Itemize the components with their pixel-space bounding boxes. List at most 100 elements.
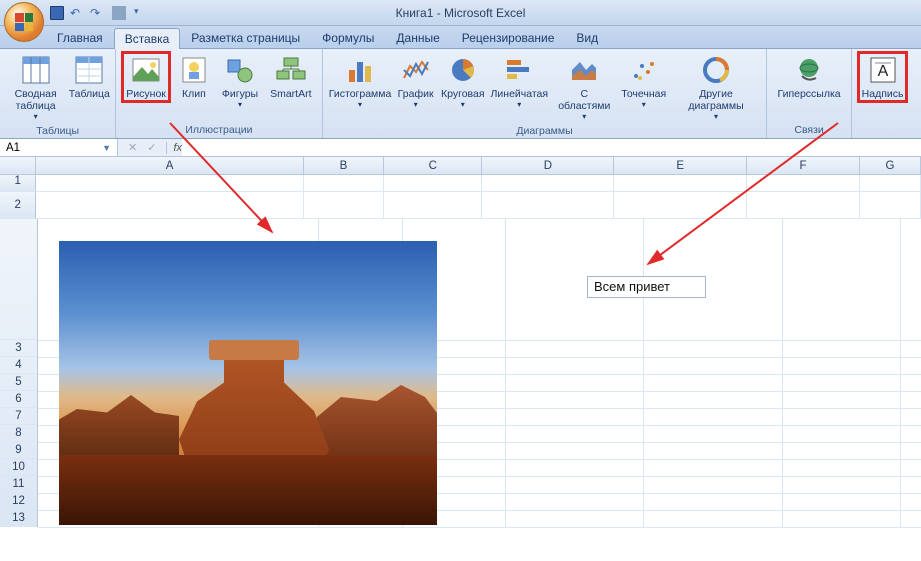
- cell[interactable]: [384, 192, 482, 219]
- save-icon[interactable]: [50, 6, 64, 20]
- qat-divider: [112, 6, 126, 20]
- rowhead-9[interactable]: 9: [0, 442, 37, 459]
- office-logo-icon: [15, 13, 33, 31]
- tab-page-layout[interactable]: Разметка страницы: [180, 27, 311, 48]
- line-chart-icon: [400, 54, 432, 86]
- rowhead-2[interactable]: 2: [0, 192, 36, 219]
- col-G[interactable]: G: [860, 157, 921, 174]
- col-D[interactable]: D: [482, 157, 614, 174]
- col-F[interactable]: F: [747, 157, 860, 174]
- cell[interactable]: [614, 175, 747, 192]
- overflow-button[interactable]: Кол: [910, 51, 921, 103]
- cell[interactable]: [860, 192, 921, 219]
- svg-text:A: A: [877, 63, 888, 80]
- select-all-corner[interactable]: [0, 157, 36, 174]
- cell[interactable]: [614, 192, 747, 219]
- clip-icon: [178, 54, 210, 86]
- name-box[interactable]: A1 ▼: [0, 139, 118, 156]
- group-text: AНадпись Кол: [852, 49, 921, 138]
- group-illustrations: Рисунок Клип Фигуры SmartArt Иллюстрации: [116, 49, 322, 138]
- tab-review[interactable]: Рецензирование: [451, 27, 566, 48]
- rowhead-3[interactable]: 3: [0, 340, 37, 357]
- hyperlink-icon: [793, 54, 825, 86]
- office-button[interactable]: [4, 2, 44, 42]
- scatter-chart-button[interactable]: Точечная: [619, 51, 669, 112]
- textbox-button[interactable]: AНадпись: [857, 51, 909, 103]
- cell[interactable]: [384, 175, 482, 192]
- redo-icon[interactable]: ↷: [90, 6, 104, 20]
- formula-input[interactable]: [182, 139, 921, 156]
- qat-dropdown-icon[interactable]: ▾: [134, 6, 148, 20]
- group-tables: Сводная таблица Таблица Таблицы: [0, 49, 116, 138]
- tab-formulas[interactable]: Формулы: [311, 27, 385, 48]
- rowhead-8[interactable]: 8: [0, 425, 37, 442]
- titlebar: ↶ ↷ ▾ Книга1 - Microsoft Excel: [0, 0, 921, 26]
- undo-icon[interactable]: ↶: [70, 6, 84, 20]
- cell[interactable]: [36, 192, 303, 219]
- group-label-illustrations: Иллюстрации: [121, 123, 316, 138]
- col-B[interactable]: B: [304, 157, 384, 174]
- tab-insert[interactable]: Вставка: [114, 28, 181, 49]
- cell-A1[interactable]: [36, 175, 303, 192]
- cancel-icon: ✕: [128, 141, 137, 154]
- cell[interactable]: [482, 192, 614, 219]
- row-1: 1: [0, 175, 921, 192]
- tab-data[interactable]: Данные: [385, 27, 450, 48]
- area-chart-icon: [568, 54, 600, 86]
- group-charts: Гистограмма График Круговая Линейчатая С…: [323, 49, 768, 138]
- line-chart-button[interactable]: График: [395, 51, 437, 112]
- group-label-text: [857, 123, 921, 138]
- clip-button[interactable]: Клип: [173, 51, 215, 103]
- table-icon: [73, 54, 105, 86]
- smartart-icon: [275, 54, 307, 86]
- picture-icon: [130, 54, 162, 86]
- rowhead-13[interactable]: 13: [0, 510, 37, 527]
- rowhead-1[interactable]: 1: [0, 175, 36, 192]
- picture-button[interactable]: Рисунок: [121, 51, 171, 103]
- quick-access-toolbar: ↶ ↷ ▾: [50, 6, 148, 20]
- column-headers: A B C D E F G: [0, 157, 921, 175]
- fx-label[interactable]: fx: [166, 142, 182, 154]
- wordart-icon: [915, 54, 921, 86]
- column-chart-icon: [344, 54, 376, 86]
- tab-view[interactable]: Вид: [565, 27, 609, 48]
- enter-icon: ✓: [147, 141, 156, 154]
- table-button[interactable]: Таблица: [68, 51, 110, 103]
- col-C[interactable]: C: [384, 157, 482, 174]
- col-A[interactable]: A: [36, 157, 303, 174]
- group-label-links: Связи: [772, 123, 845, 138]
- ribbon: Сводная таблица Таблица Таблицы Рисунок …: [0, 49, 921, 139]
- inserted-picture[interactable]: [59, 241, 437, 525]
- formula-bar: A1 ▼ ✕ ✓ fx: [0, 139, 921, 157]
- rowhead-5[interactable]: 5: [0, 374, 37, 391]
- rowhead-12[interactable]: 12: [0, 493, 37, 510]
- cell[interactable]: [304, 192, 384, 219]
- rowhead-10[interactable]: 10: [0, 459, 37, 476]
- cell[interactable]: [482, 175, 614, 192]
- column-chart-button[interactable]: Гистограмма: [328, 51, 393, 112]
- cell[interactable]: [747, 192, 860, 219]
- shapes-button[interactable]: Фигуры: [217, 51, 263, 112]
- cell[interactable]: [860, 175, 921, 192]
- formula-buttons: ✕ ✓: [118, 141, 166, 154]
- rowhead-11[interactable]: 11: [0, 476, 37, 493]
- tab-home[interactable]: Главная: [46, 27, 114, 48]
- cell[interactable]: [304, 175, 384, 192]
- inserted-textbox[interactable]: Всем привет: [587, 276, 706, 298]
- name-box-value: A1: [6, 142, 20, 154]
- pivot-table-button[interactable]: Сводная таблица: [5, 51, 66, 124]
- rowhead-7[interactable]: 7: [0, 408, 37, 425]
- group-links: Гиперссылка Связи: [767, 49, 851, 138]
- rowhead-4[interactable]: 4: [0, 357, 37, 374]
- area-chart-button[interactable]: С областями: [552, 51, 617, 124]
- cell[interactable]: [747, 175, 860, 192]
- col-E[interactable]: E: [614, 157, 747, 174]
- bar-chart-button[interactable]: Линейчатая: [489, 51, 550, 112]
- other-charts-icon: [700, 54, 732, 86]
- hyperlink-button[interactable]: Гиперссылка: [772, 51, 845, 103]
- name-box-dropdown-icon[interactable]: ▼: [102, 143, 111, 153]
- rowhead-6[interactable]: 6: [0, 391, 37, 408]
- other-charts-button[interactable]: Другие диаграммы: [671, 51, 762, 124]
- pie-chart-button[interactable]: Круговая: [439, 51, 487, 112]
- smartart-button[interactable]: SmartArt: [265, 51, 316, 103]
